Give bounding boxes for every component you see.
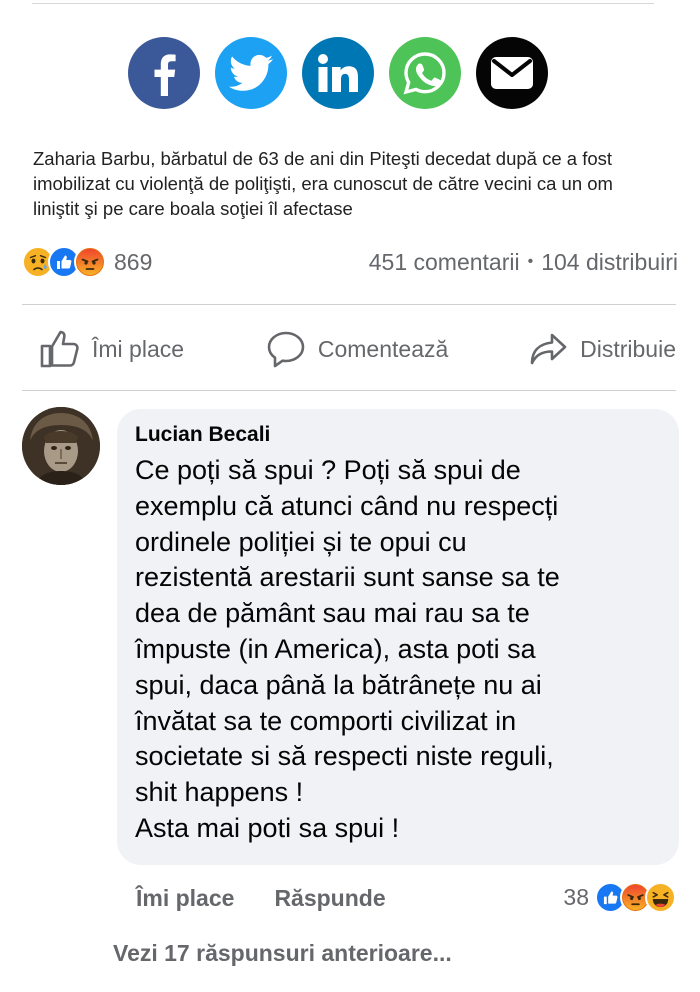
share-buttons bbox=[128, 37, 548, 109]
post-stats: 869 451 comentarii • 104 distribuiri bbox=[22, 244, 678, 280]
comment-button[interactable]: Comentează bbox=[266, 330, 448, 368]
facebook-share-button[interactable] bbox=[128, 37, 200, 109]
engagement-counts: 451 comentarii • 104 distribuiri bbox=[369, 249, 678, 276]
separator-dot: • bbox=[527, 253, 534, 270]
reaction-count: 869 bbox=[114, 248, 153, 275]
comment-like-button[interactable]: Îmi place bbox=[136, 885, 234, 912]
haha-reaction-icon bbox=[645, 882, 676, 913]
comment-author[interactable]: Lucian Becali bbox=[135, 423, 665, 447]
twitter-share-button[interactable] bbox=[215, 37, 287, 109]
share-arrow-icon bbox=[530, 333, 567, 365]
thumbs-up-icon bbox=[40, 330, 79, 368]
comment-reactions[interactable]: 38 bbox=[563, 882, 676, 913]
post-action-bar: Îmi place Comentează Distribuie bbox=[22, 326, 676, 372]
comment-label: Comentează bbox=[317, 335, 449, 362]
linkedin-share-button[interactable] bbox=[302, 37, 374, 109]
comment-reaction-count: 38 bbox=[563, 884, 589, 910]
comment-text: Ce poți să spui ? Poți să spui de exempl… bbox=[135, 455, 560, 843]
reaction-icons bbox=[22, 246, 106, 278]
whatsapp-share-button[interactable] bbox=[389, 37, 461, 109]
angry-reaction-icon bbox=[74, 246, 106, 278]
facebook-icon bbox=[154, 54, 176, 96]
comment-count[interactable]: 451 comentarii bbox=[369, 249, 520, 276]
post-reactions[interactable]: 869 bbox=[22, 246, 152, 278]
top-divider bbox=[32, 3, 654, 4]
mail-icon bbox=[491, 57, 533, 89]
comment-bubble: Lucian Becali Ce poți să spui ? Poți să … bbox=[117, 409, 679, 865]
comment-reply-button[interactable]: Răspunde bbox=[274, 885, 385, 912]
whatsapp-icon bbox=[403, 52, 446, 95]
mail-share-button[interactable] bbox=[476, 37, 548, 109]
divider bbox=[22, 304, 676, 305]
avatar-image bbox=[22, 407, 100, 485]
share-label: Distribuie bbox=[580, 335, 676, 362]
twitter-icon bbox=[229, 54, 273, 91]
linkedin-icon bbox=[318, 54, 358, 92]
like-label: Îmi place bbox=[92, 335, 185, 362]
article-snippet: Zaharia Barbu, bărbatul de 63 de ani din… bbox=[33, 148, 613, 219]
comment-icon bbox=[267, 331, 305, 368]
like-button[interactable]: Îmi place bbox=[40, 330, 184, 368]
share-count[interactable]: 104 distribuiri bbox=[541, 249, 678, 276]
comment-actions: Îmi place Răspunde bbox=[136, 885, 386, 912]
share-button[interactable]: Distribuie bbox=[530, 332, 676, 366]
view-previous-replies-link[interactable]: Vezi 17 răspunsuri anterioare... bbox=[113, 940, 452, 967]
avatar[interactable] bbox=[22, 407, 100, 485]
divider bbox=[22, 390, 676, 391]
